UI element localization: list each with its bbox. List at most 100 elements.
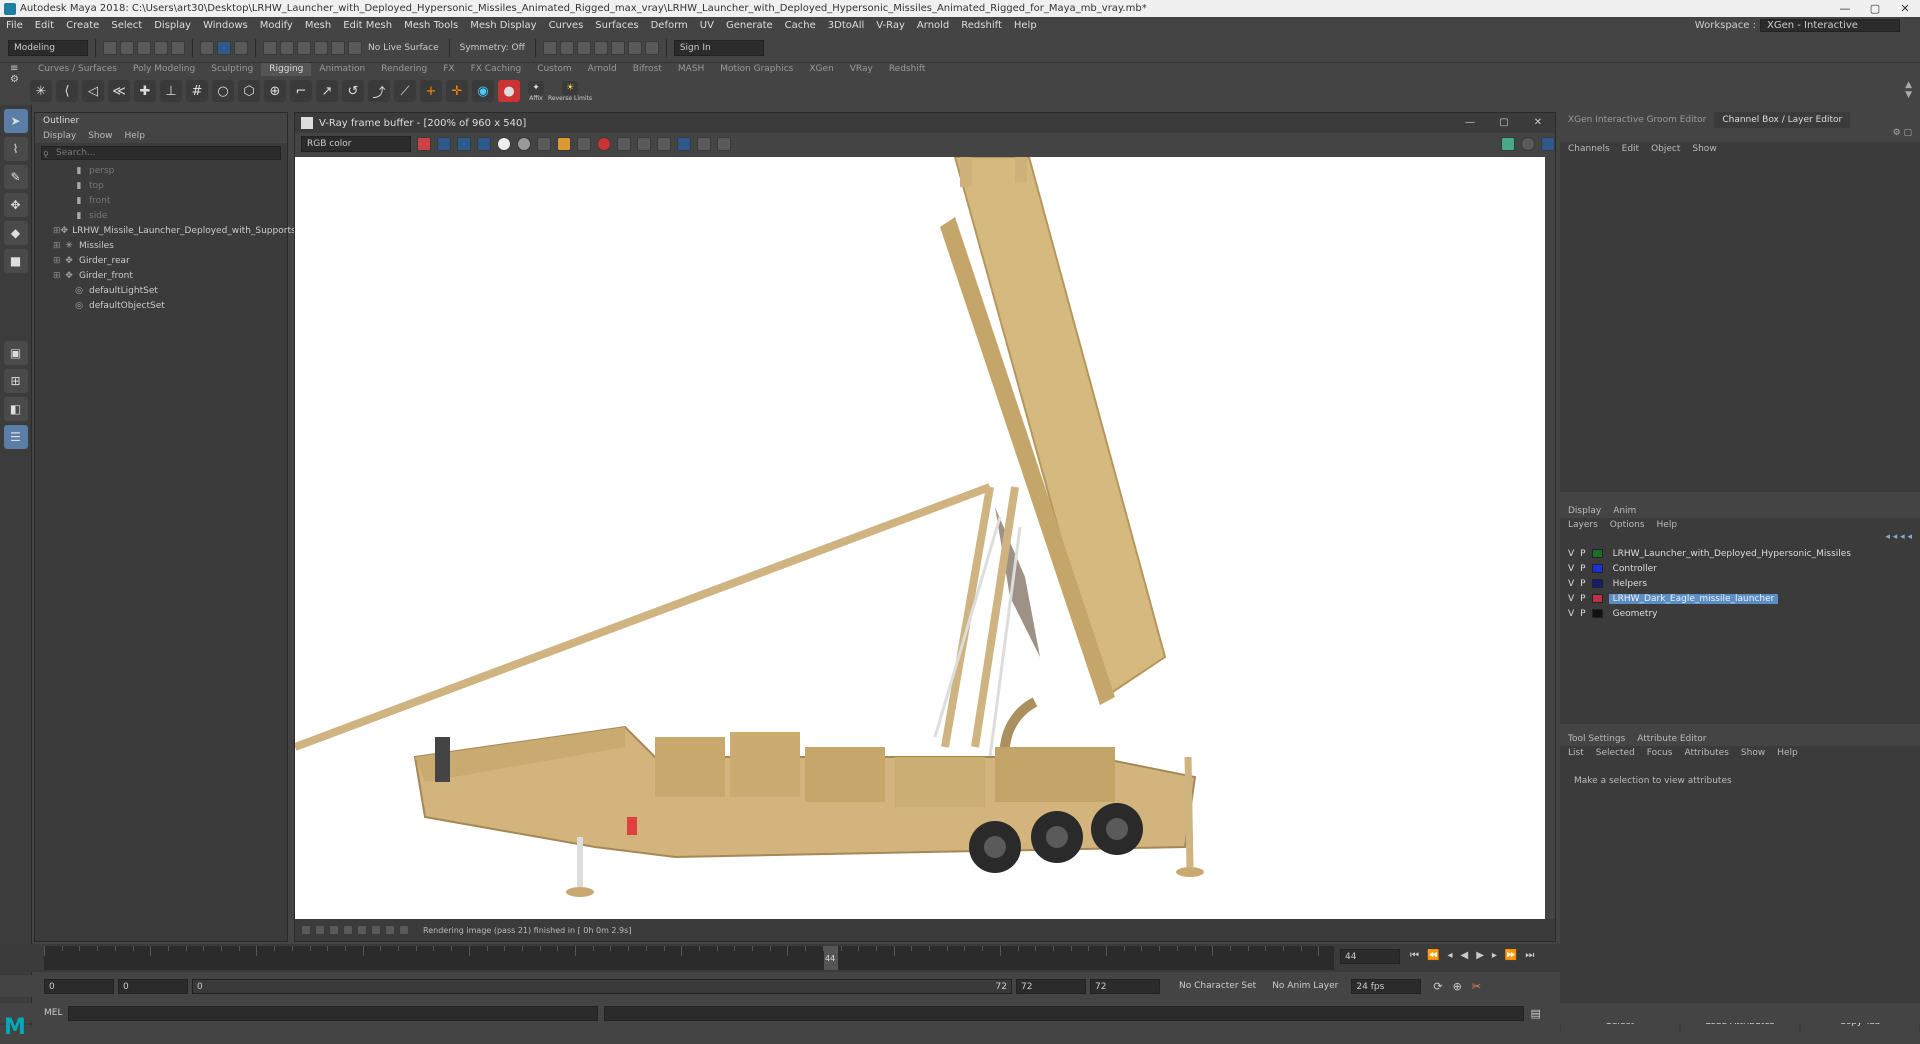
humanik-icon[interactable]: ✚ bbox=[134, 80, 156, 102]
channel-menu-channels[interactable]: Channels bbox=[1568, 144, 1610, 154]
current-time-marker[interactable]: 44 bbox=[824, 946, 838, 970]
shelf-tab-arnold[interactable]: Arnold bbox=[580, 63, 625, 76]
two-view-icon[interactable]: ◧ bbox=[3, 397, 28, 421]
track-mouse-icon[interactable] bbox=[637, 137, 651, 151]
vray-status-icon-7[interactable] bbox=[385, 925, 395, 935]
outliner-menu-show[interactable]: Show bbox=[88, 131, 112, 141]
layer-row[interactable]: V P LRHW_Dark_Eagle_missile_launcher bbox=[1560, 591, 1920, 606]
anim-layer-dropdown[interactable]: No Anim Layer bbox=[1269, 981, 1341, 991]
outliner-item[interactable]: ⊞ ✳ Missiles bbox=[35, 238, 287, 253]
step-forward-key-icon[interactable]: ⏩ bbox=[1505, 950, 1517, 961]
vray-maximize-icon[interactable]: ▢ bbox=[1487, 113, 1521, 133]
shelf-tab-animation[interactable]: Animation bbox=[311, 63, 373, 76]
white-circle-icon[interactable] bbox=[497, 137, 511, 151]
menu-3dtoall[interactable]: 3DtoAll bbox=[822, 20, 871, 31]
shelf-tab-redshift[interactable]: Redshift bbox=[881, 63, 934, 76]
outliner-item[interactable]: ▮ persp bbox=[35, 163, 287, 178]
tab-xgen-interactive-groom-editor[interactable]: XGen Interactive Groom Editor bbox=[1560, 112, 1714, 128]
vray-status-icon-8[interactable] bbox=[399, 925, 409, 935]
aim-constraint-icon[interactable]: ↗ bbox=[316, 80, 338, 102]
playback-toggle[interactable]: P bbox=[1580, 609, 1585, 619]
rotate-tool-icon[interactable]: ◆ bbox=[3, 221, 28, 245]
parent-constraint-icon[interactable]: ⤴ bbox=[368, 80, 390, 102]
region-render-icon[interactable] bbox=[617, 137, 631, 151]
layer-menu-options[interactable]: Options bbox=[1610, 520, 1645, 530]
script-editor-icon[interactable]: ▤ bbox=[1530, 1007, 1540, 1020]
menu-cache[interactable]: Cache bbox=[779, 20, 822, 31]
expand-icon[interactable]: ⊞ bbox=[53, 271, 63, 281]
close-icon[interactable]: ✕ bbox=[1890, 0, 1920, 17]
visibility-toggle[interactable]: V bbox=[1568, 564, 1574, 574]
red-marker-icon[interactable]: ● bbox=[498, 80, 520, 102]
attr-menu-attributes[interactable]: Attributes bbox=[1684, 748, 1728, 758]
range-start-field[interactable]: 0 bbox=[118, 978, 188, 994]
range-slider[interactable]: 0 72 bbox=[192, 978, 1012, 994]
outliner-item[interactable]: ⊞ ✥ LRHW_Missile_Launcher_Deployed_with_Su… bbox=[35, 223, 304, 238]
pixel-info-icon[interactable] bbox=[717, 137, 731, 151]
marker-icon[interactable]: ◉ bbox=[472, 80, 494, 102]
pause-icon[interactable] bbox=[644, 40, 659, 55]
affix-button[interactable]: ✦ Affix bbox=[524, 80, 548, 102]
go-end-icon[interactable]: ⏭ bbox=[1525, 950, 1534, 961]
save-image-icon[interactable] bbox=[537, 137, 551, 151]
attr-menu-selected[interactable]: Selected bbox=[1596, 748, 1635, 758]
sphere-icon[interactable] bbox=[1521, 137, 1535, 151]
menu-file[interactable]: File bbox=[0, 20, 29, 31]
range-end-field[interactable]: 72 bbox=[1016, 978, 1086, 994]
menu-uv[interactable]: UV bbox=[694, 20, 720, 31]
vray-status-icon-1[interactable] bbox=[301, 925, 311, 935]
play-back-icon[interactable]: ◀ bbox=[1460, 950, 1468, 961]
outliner-menu-display[interactable]: Display bbox=[43, 131, 76, 141]
layer-menu-help[interactable]: Help bbox=[1657, 520, 1678, 530]
ipr-render-icon[interactable] bbox=[593, 40, 608, 55]
step-back-icon[interactable]: ◂ bbox=[1447, 950, 1452, 961]
outliner-item[interactable]: ▮ top bbox=[35, 178, 287, 193]
select-hierarchy-icon[interactable] bbox=[200, 40, 214, 55]
end-frame-field[interactable]: 72 bbox=[1090, 978, 1160, 994]
layer-color-swatch[interactable] bbox=[1591, 609, 1603, 618]
sign-in-button[interactable]: Sign In bbox=[673, 39, 764, 56]
snap-view-icon[interactable] bbox=[314, 40, 328, 55]
outliner-item[interactable]: ▮ front bbox=[35, 193, 287, 208]
start-frame-field[interactable]: 0 bbox=[44, 978, 114, 994]
current-frame-field[interactable]: 44 bbox=[1340, 949, 1400, 964]
layer-tab-anim[interactable]: Anim bbox=[1613, 506, 1636, 516]
menu-edit-mesh[interactable]: Edit Mesh bbox=[337, 20, 398, 31]
ik-spline-icon[interactable]: ◁ bbox=[82, 80, 104, 102]
point-constraint-icon[interactable]: ⌐ bbox=[290, 80, 312, 102]
create-joint-icon[interactable]: ✳ bbox=[30, 80, 52, 102]
lasso-tool-icon[interactable]: ⌇ bbox=[3, 137, 28, 161]
visibility-toggle[interactable]: V bbox=[1568, 579, 1574, 589]
shelf-tab-sculpting[interactable]: Sculpting bbox=[203, 63, 261, 76]
outliner-layout-icon[interactable]: ☰ bbox=[3, 425, 28, 449]
snap-live-icon[interactable] bbox=[348, 40, 362, 55]
vray-status-icon-5[interactable] bbox=[357, 925, 367, 935]
shelf-scroll-icon[interactable]: ▲ ▼ bbox=[1905, 80, 1912, 100]
locator-icon[interactable]: + bbox=[420, 80, 442, 102]
visibility-toggle[interactable]: V bbox=[1568, 609, 1574, 619]
select-object-icon[interactable] bbox=[217, 40, 231, 55]
heart-icon[interactable] bbox=[417, 137, 431, 151]
layer-color-swatch[interactable] bbox=[1591, 549, 1603, 558]
lattice-icon[interactable]: # bbox=[186, 80, 208, 102]
channel-menu-edit[interactable]: Edit bbox=[1622, 144, 1639, 154]
shelf-tab-custom[interactable]: Custom bbox=[529, 63, 579, 76]
channel-menu-object[interactable]: Object bbox=[1651, 144, 1680, 154]
vray-minimize-icon[interactable]: — bbox=[1453, 113, 1487, 133]
menu-redshift[interactable]: Redshift bbox=[955, 20, 1008, 31]
open-folder-icon[interactable] bbox=[557, 137, 571, 151]
menu-mesh-tools[interactable]: Mesh Tools bbox=[398, 20, 464, 31]
mel-input[interactable] bbox=[68, 1005, 599, 1021]
outliner-menu-help[interactable]: Help bbox=[124, 131, 145, 141]
cluster-icon[interactable]: ○ bbox=[212, 80, 234, 102]
blue-channel-icon[interactable] bbox=[477, 137, 491, 151]
loop-icon[interactable]: ⟳ bbox=[1433, 980, 1442, 993]
menu-v-ray[interactable]: V-Ray bbox=[870, 20, 911, 31]
outliner-item[interactable]: ⊞ ✥ Girder_front bbox=[35, 268, 287, 283]
layer-color-swatch[interactable] bbox=[1591, 564, 1603, 573]
outliner-item[interactable]: ◎ defaultLightSet bbox=[35, 283, 287, 298]
construction-history-icon[interactable] bbox=[542, 40, 557, 55]
ik-handle-icon[interactable]: ⟨ bbox=[56, 80, 78, 102]
snap-curve-icon[interactable] bbox=[280, 40, 294, 55]
vray-close-icon[interactable]: ✕ bbox=[1521, 113, 1555, 133]
